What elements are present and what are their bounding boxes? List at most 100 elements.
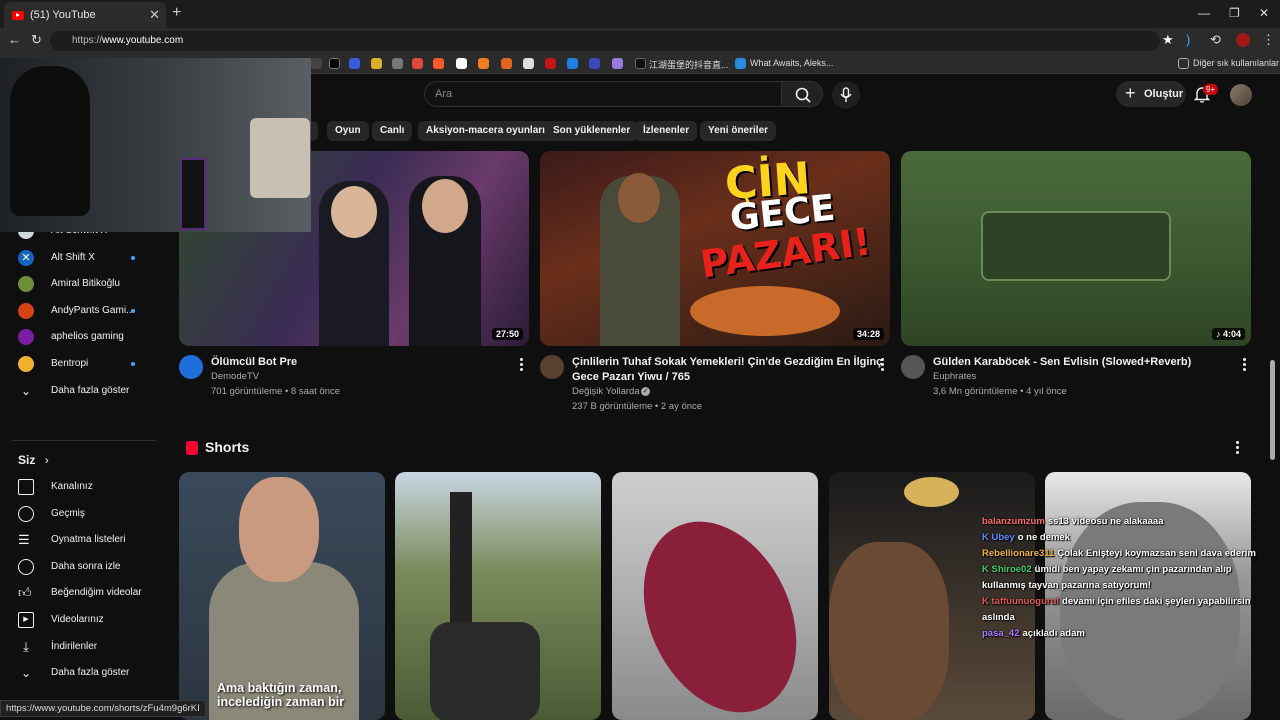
chevron-right-icon: › xyxy=(44,453,49,467)
bookmark-what-awaits[interactable]: What Awaits, Aleks... xyxy=(750,58,833,68)
bookmark-icon[interactable] xyxy=(501,58,512,69)
chip-yeni-oneriler[interactable]: Yeni öneriler xyxy=(700,121,777,141)
sidebar-you-heading[interactable]: Siz › xyxy=(18,450,148,470)
tiktok-bookmark-icon[interactable] xyxy=(635,58,646,69)
new-tab-button[interactable]: + xyxy=(172,4,181,22)
chip-canli[interactable]: Canlı xyxy=(372,121,413,141)
profile-icon[interactable] xyxy=(1236,33,1250,47)
page-scrollbar[interactable] xyxy=(1270,360,1275,460)
menu-icon[interactable]: ⋮ xyxy=(1262,32,1275,48)
reload-icon[interactable]: ↻ xyxy=(31,32,42,48)
shorts-heading: Shorts xyxy=(205,439,250,455)
more-options-icon[interactable] xyxy=(1243,358,1247,372)
short-caption-line1: Ama baktığın zaman, xyxy=(217,681,342,695)
channel-name[interactable]: Euphrates xyxy=(933,371,976,382)
search-button[interactable] xyxy=(781,81,823,107)
browser-tab-youtube[interactable]: (51) YouTube ✕ xyxy=(4,2,166,28)
video-title[interactable]: Ölümcül Bot Pre xyxy=(211,355,297,370)
thumbnail-cacao-pod xyxy=(614,496,818,720)
bookmark-icon[interactable] xyxy=(523,58,534,69)
video-thumbnail[interactable]: ♪ 4:04 xyxy=(901,151,1251,346)
bookmark-icon[interactable] xyxy=(456,58,467,69)
video-title-line2[interactable]: Gece Pazarı Yiwu / 765 xyxy=(572,370,690,385)
sidebar-sub-aphelios-gaming[interactable]: aphelios gaming xyxy=(18,327,148,347)
bookmark-icon[interactable] xyxy=(412,58,423,69)
star-icon[interactable]: ★ xyxy=(1162,32,1174,48)
chip-oyun[interactable]: Oyun xyxy=(327,121,369,141)
reddit-bookmark-icon[interactable] xyxy=(433,58,444,69)
chip-son-yuklenenler[interactable]: Son yüklenenler xyxy=(545,121,639,141)
thumbnail-food xyxy=(690,286,840,336)
bookmark-icon[interactable] xyxy=(589,58,600,69)
url-field[interactable]: https://www.youtube.com xyxy=(50,31,1160,51)
sidebar-sub-alt-shift-x[interactable]: ✕ Alt Shift X xyxy=(18,248,148,268)
x-bookmark-icon[interactable] xyxy=(329,58,340,69)
bookmark-icon[interactable] xyxy=(478,58,489,69)
bookmark-icon[interactable] xyxy=(392,58,403,69)
short-thumbnail[interactable] xyxy=(612,472,818,720)
bookmark-icon[interactable] xyxy=(735,58,746,69)
sidebar-item-playlists[interactable]: ☰ Oynatma listeleri xyxy=(18,530,148,550)
chip-aksiyon-macera[interactable]: Aksiyon-macera oyunları xyxy=(418,121,553,141)
bookmark-icon[interactable] xyxy=(371,58,382,69)
channel-name[interactable]: Değişik Yollarda xyxy=(572,386,640,397)
webcam-pillow xyxy=(250,118,310,198)
other-bookmarks[interactable]: Diğer sık kullanılanlar xyxy=(1193,58,1279,68)
chat-message: aslında xyxy=(982,610,1280,626)
chip-izlenenler[interactable]: İzlenenler xyxy=(635,121,698,141)
sidebar-item-downloads[interactable]: ⤓ İndirilenler xyxy=(18,637,148,657)
sidebar-sub-andypants[interactable]: AndyPants Gami... xyxy=(18,301,148,321)
notification-badge: 9+ xyxy=(1203,84,1219,95)
bookmark-icon[interactable] xyxy=(311,58,322,69)
sidebar-show-more-you[interactable]: ⌄ Daha fazla göster xyxy=(18,663,148,683)
shorts-more-icon[interactable] xyxy=(1236,441,1240,455)
sidebar-sub-bentropi[interactable]: Bentropi xyxy=(18,354,148,374)
sidebar-item-your-videos[interactable]: ▶ Videolarınız xyxy=(18,610,148,630)
more-options-icon[interactable] xyxy=(881,358,885,372)
sidebar-show-more-subs[interactable]: ⌄ Daha fazla göster xyxy=(18,381,148,401)
thumbnail-face xyxy=(829,542,949,720)
sidebar-item-your-channel[interactable]: Kanalınız xyxy=(18,477,148,497)
close-window-icon[interactable]: ✕ xyxy=(1259,6,1269,20)
sidebar-item-label: Kanalınız xyxy=(51,481,93,492)
extension-icon[interactable]: ) xyxy=(1186,32,1190,47)
channel-avatar[interactable] xyxy=(901,355,925,379)
sidebar-item-liked-videos[interactable]: 👍︎ Beğendiğim videolar xyxy=(18,583,148,603)
bookmark-icon[interactable] xyxy=(567,58,578,69)
bookmark-icon[interactable] xyxy=(612,58,623,69)
address-bar-row: ← ↻ https://www.youtube.com ★ ) ⟲ ⋮ xyxy=(0,28,1280,54)
restore-icon[interactable]: ❐ xyxy=(1229,6,1240,20)
puzzle-icon[interactable]: ⟲ xyxy=(1210,32,1221,48)
browser-tab-bar: (51) YouTube ✕ + — ❐ ✕ xyxy=(0,0,1280,28)
sidebar-sub-amiral-bitikoglu[interactable]: Amiral Bitikoğlu xyxy=(18,274,148,294)
sidebar-item-watch-later[interactable]: Daha sonra izle xyxy=(18,557,148,577)
account-avatar[interactable] xyxy=(1230,84,1252,106)
you-label: Siz xyxy=(18,453,36,467)
bookmark-douyin[interactable]: 江湖蛋堡的抖音直... xyxy=(649,58,729,71)
sidebar-item-label: Beğendiğim videolar xyxy=(51,587,142,598)
video-thumbnail[interactable]: ÇİN GECE PAZARI! 34:28 xyxy=(540,151,890,346)
bookmark-icon[interactable] xyxy=(545,58,556,69)
close-tab-icon[interactable]: ✕ xyxy=(149,7,160,23)
short-thumbnail[interactable] xyxy=(395,472,601,720)
url-host: www.youtube.com xyxy=(102,35,184,46)
channel-avatar-icon: ✕ xyxy=(18,250,34,266)
channel-avatar[interactable] xyxy=(540,355,564,379)
video-title-line1[interactable]: Çinlilerin Tuhaf Sokak Yemekleri! Çin'de… xyxy=(572,355,882,370)
channel-name[interactable]: DemodeTV xyxy=(211,371,259,382)
voice-search-button[interactable] xyxy=(832,81,860,109)
short-thumbnail[interactable]: Ama baktığın zaman, incelediğin zaman bi… xyxy=(179,472,385,720)
bookmark-icon[interactable] xyxy=(349,58,360,69)
create-button[interactable]: Oluştur xyxy=(1116,80,1186,107)
sidebar-item-label: Daha fazla göster xyxy=(51,385,130,396)
minimize-icon[interactable]: — xyxy=(1198,6,1210,20)
video-title[interactable]: Gülden Karaböcek - Sen Evlisin (Slowed+R… xyxy=(933,355,1191,370)
sidebar-item-label: Bentropi xyxy=(51,358,89,369)
back-icon[interactable]: ← xyxy=(8,32,21,47)
sidebar-item-history[interactable]: Geçmiş xyxy=(18,504,148,524)
channel-avatar[interactable] xyxy=(179,355,203,379)
chat-message: K Ubey o ne demek xyxy=(982,530,1280,546)
chat-text: kullanmış tayvan pazarına satıyorum! xyxy=(982,580,1151,591)
more-options-icon[interactable] xyxy=(520,358,524,372)
search-input[interactable]: Ara xyxy=(424,81,782,107)
